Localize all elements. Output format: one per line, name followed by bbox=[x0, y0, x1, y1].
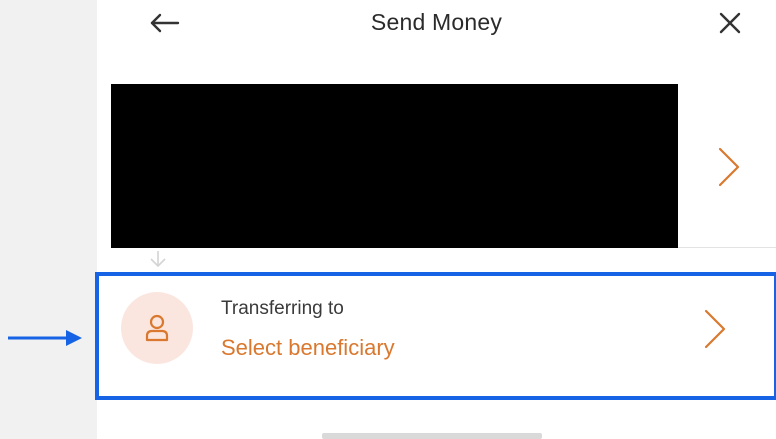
source-account-card[interactable] bbox=[111, 84, 776, 248]
app-canvas: Send Money Transferring to Select benefi… bbox=[0, 0, 776, 439]
page-title: Send Money bbox=[370, 9, 503, 35]
close-button[interactable] bbox=[713, 8, 747, 38]
beneficiary-avatar bbox=[121, 292, 193, 364]
header-bar: Send Money bbox=[97, 0, 776, 46]
select-beneficiary-row[interactable]: Transferring to Select beneficiary bbox=[97, 272, 776, 396]
next-section-preview bbox=[322, 433, 542, 439]
select-beneficiary-link[interactable]: Select beneficiary bbox=[221, 335, 395, 361]
transferring-to-label: Transferring to bbox=[221, 298, 344, 319]
send-money-screen: Send Money Transferring to Select benefi… bbox=[97, 0, 776, 439]
arrow-right-icon bbox=[8, 330, 82, 346]
card-divider bbox=[678, 247, 776, 248]
chevron-right-icon bbox=[704, 309, 726, 349]
redacted-account-details bbox=[111, 84, 678, 248]
arrow-down-icon bbox=[150, 251, 166, 267]
close-icon bbox=[719, 12, 741, 34]
chevron-right-icon bbox=[718, 147, 740, 187]
person-icon bbox=[145, 314, 169, 342]
